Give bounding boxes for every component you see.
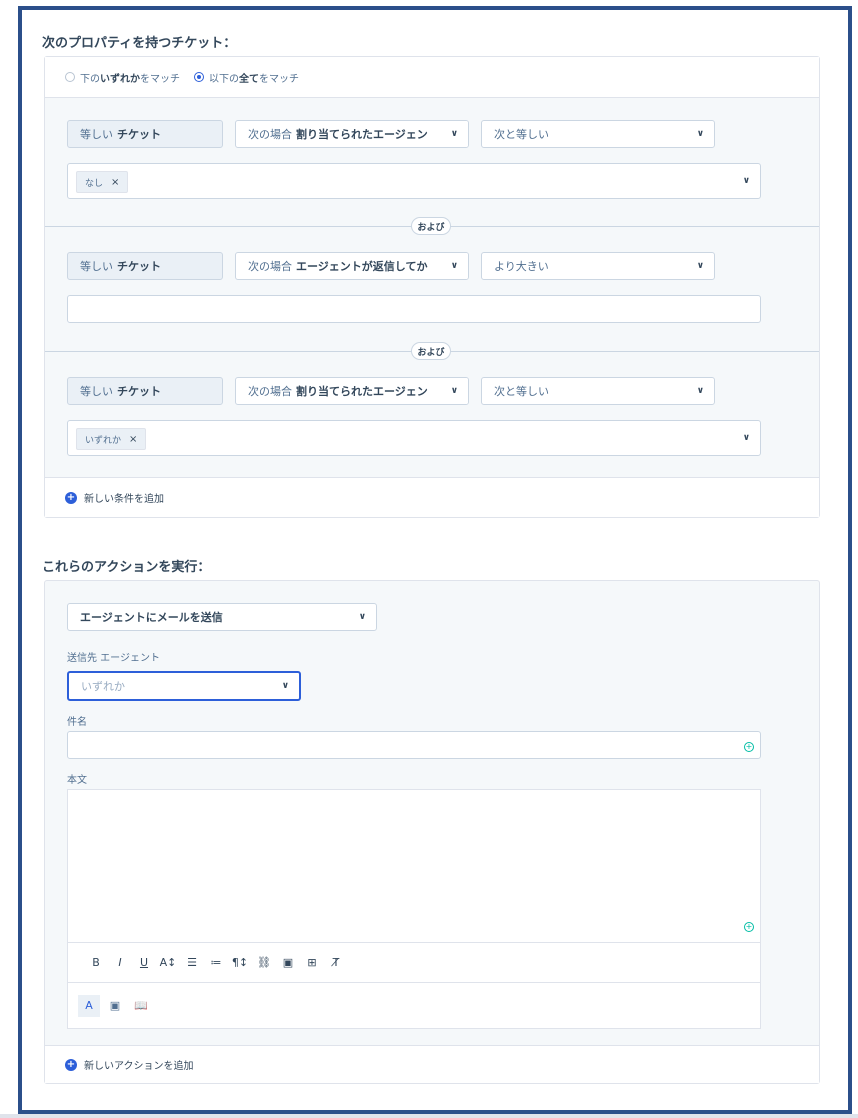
- action-type-select[interactable]: エージェントにメールを送信 ∨: [67, 603, 377, 631]
- object-prefix: 等しい: [80, 128, 113, 141]
- snippet-icon[interactable]: ▣: [104, 995, 126, 1017]
- condition-value-input-2[interactable]: [67, 295, 761, 323]
- window-frame: 次のプロパティを持つチケット： 下の いずれか をマッチ 以下の 全て をマッチ 等しい…: [18, 6, 852, 1114]
- condition-property-select[interactable]: 次の場合 割り当てられたエージェン ∨: [235, 377, 469, 405]
- condition-object-select[interactable]: 等しい チケット: [67, 120, 223, 148]
- object-prefix: 等しい: [80, 385, 113, 398]
- object-prefix: 等しい: [80, 260, 113, 273]
- subject-label: 件名: [67, 717, 87, 728]
- italic-icon[interactable]: I: [108, 956, 132, 969]
- formatting-toolbar: B I U A↕ ☰ ≔ ¶↕ ⛓ ▣ ⊞ T̸: [68, 942, 760, 982]
- value-tag-label: なし: [85, 178, 104, 189]
- match-all-radio[interactable]: [194, 72, 204, 82]
- match-any-prefix: 下の: [80, 73, 100, 85]
- condition-row-3: 等しい チケット 次の場合 割り当てられたエージェン ∨ 次と等しい ∨: [67, 377, 715, 405]
- chevron-down-icon: ∨: [281, 681, 289, 691]
- match-any-radio[interactable]: [65, 72, 75, 82]
- chevron-down-icon: ∨: [696, 261, 704, 271]
- action-type-value: エージェントにメールを送信: [80, 611, 223, 624]
- text-style-icon[interactable]: A: [78, 994, 100, 1017]
- condition-operator-select[interactable]: 次と等しい ∨: [481, 120, 715, 148]
- recipient-label: 送信先 エージェント: [67, 653, 160, 664]
- bold-icon[interactable]: B: [84, 956, 108, 969]
- match-any-option[interactable]: 下の いずれか をマッチ: [65, 70, 180, 85]
- insert-token-icon[interactable]: +: [744, 742, 754, 752]
- plus-circle-icon: +: [65, 1058, 77, 1071]
- remove-tag-icon[interactable]: ×: [111, 177, 119, 188]
- actions-title: これらのアクションを実行：: [42, 560, 211, 575]
- chevron-down-icon: ∨: [450, 129, 458, 139]
- chevron-down-icon: ∨: [450, 261, 458, 271]
- property-bold: 割り当てられたエージェン: [296, 128, 428, 141]
- property-bold: エージェントが返信してか: [296, 260, 428, 273]
- clear-format-icon[interactable]: T̸: [324, 956, 348, 969]
- property-bold: 割り当てられたエージェン: [296, 385, 428, 398]
- condition-row-2: 等しい チケット 次の場合 エージェントが返信してか ∨ より大きい ∨: [67, 252, 715, 280]
- operator-value: より大きい: [494, 260, 549, 273]
- value-tag: いずれか ×: [76, 428, 147, 450]
- and-pill: および: [411, 217, 451, 235]
- bottom-strip: [0, 1114, 858, 1118]
- match-all-bold: 全て: [239, 73, 259, 85]
- conditions-card: 下の いずれか をマッチ 以下の 全て をマッチ 等しい チケット 次の場合 割り当てられた…: [44, 56, 820, 518]
- chevron-down-icon: ∨: [696, 386, 704, 396]
- image-icon[interactable]: ▣: [276, 956, 300, 969]
- property-prefix: 次の場合: [248, 128, 292, 141]
- condition-row-1: 等しい チケット 次の場合 割り当てられたエージェン ∨ 次と等しい ∨: [67, 120, 715, 148]
- chevron-down-icon: ∨: [450, 386, 458, 396]
- numbered-list-icon[interactable]: ≔: [204, 956, 228, 969]
- recipient-placeholder: いずれか: [81, 680, 125, 693]
- paragraph-icon[interactable]: ¶↕: [228, 956, 252, 969]
- body-label: 本文: [67, 775, 87, 786]
- condition-property-select[interactable]: 次の場合 エージェントが返信してか ∨: [235, 252, 469, 280]
- condition-object-select[interactable]: 等しい チケット: [67, 252, 223, 280]
- chevron-down-icon: ∨: [358, 612, 366, 622]
- add-action-label: 新しいアクションを追加: [84, 1061, 194, 1072]
- knowledge-book-icon[interactable]: 📖: [130, 995, 152, 1017]
- actions-card: エージェントにメールを送信 ∨ 送信先 エージェント いずれか ∨ 件名 + 本…: [44, 580, 820, 1084]
- bulleted-list-icon[interactable]: ☰: [180, 956, 204, 969]
- condition-object-select[interactable]: 等しい チケット: [67, 377, 223, 405]
- recipient-select[interactable]: いずれか ∨: [67, 671, 301, 701]
- underline-icon[interactable]: U: [132, 956, 156, 969]
- object-bold: チケット: [117, 128, 161, 141]
- object-bold: チケット: [117, 260, 161, 273]
- add-action-button[interactable]: + 新しいアクションを追加: [45, 1045, 819, 1083]
- condition-operator-select[interactable]: 次と等しい ∨: [481, 377, 715, 405]
- body-editor[interactable]: + B I U A↕ ☰ ≔ ¶↕ ⛓ ▣ ⊞ T̸ A ▣ 📖: [67, 789, 761, 1029]
- condition-value-select-1[interactable]: なし × ∨: [67, 163, 761, 199]
- add-condition-button[interactable]: + 新しい条件を追加: [45, 477, 819, 517]
- insert-token-icon[interactable]: +: [744, 922, 754, 932]
- condition-operator-select[interactable]: より大きい ∨: [481, 252, 715, 280]
- match-all-suffix: をマッチ: [259, 73, 299, 85]
- remove-tag-icon[interactable]: ×: [129, 434, 137, 445]
- conditions-title: 次のプロパティを持つチケット：: [42, 36, 237, 51]
- add-condition-label: 新しい条件を追加: [84, 494, 164, 505]
- font-size-icon[interactable]: A↕: [156, 956, 180, 969]
- match-mode-bar: 下の いずれか をマッチ 以下の 全て をマッチ: [45, 57, 819, 98]
- insert-toolbar: A ▣ 📖: [68, 982, 760, 1028]
- condition-property-select[interactable]: 次の場合 割り当てられたエージェン ∨: [235, 120, 469, 148]
- chevron-down-icon: ∨: [742, 176, 750, 186]
- property-prefix: 次の場合: [248, 260, 292, 273]
- value-tag: なし ×: [76, 171, 129, 193]
- table-icon[interactable]: ⊞: [300, 956, 324, 969]
- match-all-prefix: 以下の: [209, 73, 239, 85]
- operator-value: 次と等しい: [494, 385, 549, 398]
- match-any-bold: いずれか: [100, 73, 140, 85]
- subject-input[interactable]: +: [67, 731, 761, 759]
- and-pill: および: [411, 342, 451, 360]
- match-all-option[interactable]: 以下の 全て をマッチ: [194, 70, 299, 85]
- link-icon[interactable]: ⛓: [252, 956, 276, 969]
- value-tag-label: いずれか: [85, 435, 122, 446]
- plus-circle-icon: +: [65, 491, 77, 504]
- match-any-suffix: をマッチ: [140, 73, 180, 85]
- property-prefix: 次の場合: [248, 385, 292, 398]
- chevron-down-icon: ∨: [742, 433, 750, 443]
- chevron-down-icon: ∨: [696, 129, 704, 139]
- operator-value: 次と等しい: [494, 128, 549, 141]
- condition-value-select-3[interactable]: いずれか × ∨: [67, 420, 761, 456]
- object-bold: チケット: [117, 385, 161, 398]
